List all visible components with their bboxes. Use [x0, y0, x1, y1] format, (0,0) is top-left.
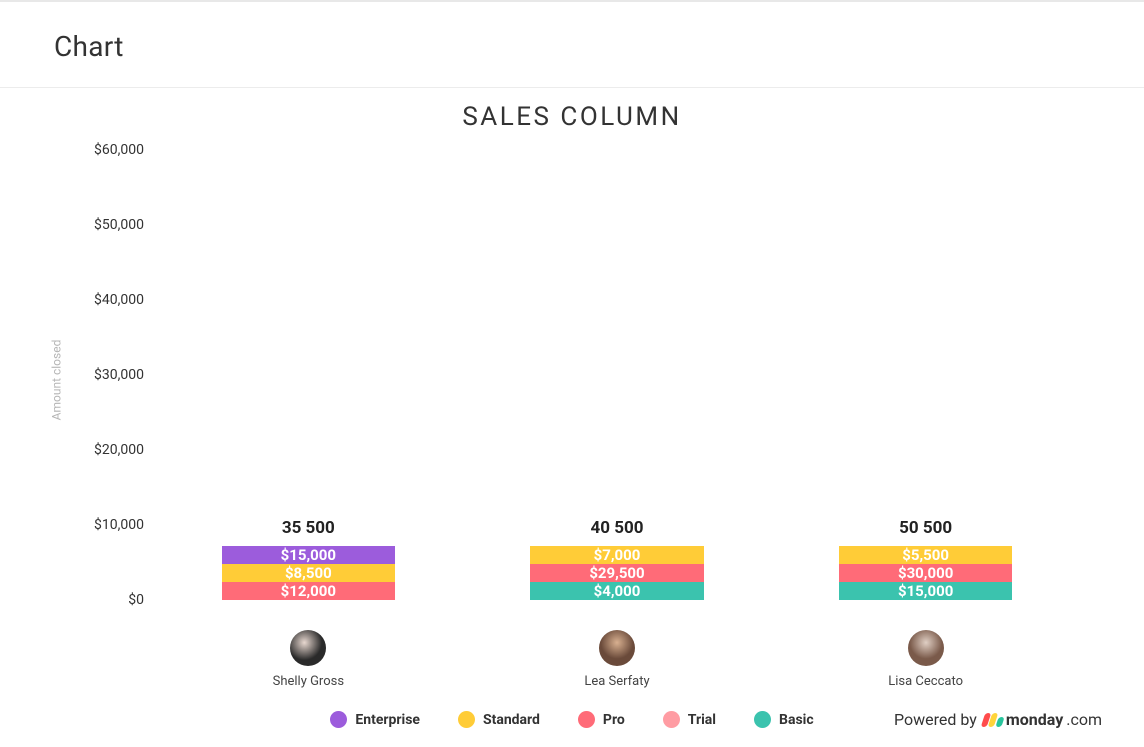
- legend-swatch-icon: [330, 711, 347, 728]
- y-axis-label: Amount closed: [49, 340, 63, 421]
- x-axis-category: Lea Serfaty: [497, 630, 738, 689]
- brand-name: monday: [1006, 710, 1063, 729]
- bar-segment-standard[interactable]: $5,500: [839, 546, 1012, 564]
- bar-segment-pro[interactable]: $29,500: [530, 564, 703, 582]
- bar-segment-enterprise[interactable]: $15,000: [222, 546, 395, 564]
- category-name: Lisa Ceccato: [888, 674, 963, 689]
- powered-by[interactable]: Powered by monday.com: [894, 710, 1102, 729]
- bar-group: 50 500$15,000$30,000$5,500: [805, 546, 1046, 600]
- bar-segment-pro[interactable]: $30,000: [839, 564, 1012, 582]
- x-axis-category: Shelly Gross: [188, 630, 429, 689]
- legend-swatch-icon: [754, 711, 771, 728]
- avatar[interactable]: [290, 630, 326, 666]
- bar-segment-standard[interactable]: $7,000: [530, 546, 703, 564]
- legend-label: Basic: [779, 712, 814, 728]
- legend-label: Enterprise: [355, 712, 420, 728]
- legend-item-basic[interactable]: Basic: [754, 711, 814, 728]
- avatar[interactable]: [599, 630, 635, 666]
- monday-brand[interactable]: monday.com: [983, 710, 1102, 729]
- category-name: Lea Serfaty: [584, 674, 649, 689]
- category-name: Shelly Gross: [273, 674, 344, 689]
- bar-total-label: 40 500: [530, 518, 703, 538]
- brand-suffix: .com: [1066, 710, 1102, 729]
- avatar[interactable]: [908, 630, 944, 666]
- y-tick-label: $20,000: [70, 442, 144, 458]
- top-divider: [0, 0, 1144, 2]
- stacked-bar[interactable]: 35 500$12,000$8,500$15,000: [222, 546, 395, 600]
- legend-item-trial[interactable]: Trial: [663, 711, 716, 728]
- monday-logo-icon: [983, 713, 1003, 727]
- plot-area: 35 500$12,000$8,500$15,00040 500$4,000$2…: [154, 150, 1080, 600]
- bar-segment-standard[interactable]: $8,500: [222, 564, 395, 582]
- bar-segment-basic[interactable]: $4,000: [530, 582, 703, 600]
- legend-label: Standard: [483, 712, 540, 728]
- y-tick-label: $40,000: [70, 292, 144, 308]
- legend-swatch-icon: [458, 711, 475, 728]
- bar-segment-basic[interactable]: $15,000: [839, 582, 1012, 600]
- legend-item-standard[interactable]: Standard: [458, 711, 540, 728]
- y-tick-label: $30,000: [70, 367, 144, 383]
- y-tick-label: $50,000: [70, 217, 144, 233]
- chart-container: Amount closed 35 500$12,000$8,500$15,000…: [24, 140, 1120, 620]
- x-axis-labels: Shelly Gross Lea Serfaty Lisa Ceccato: [24, 630, 1120, 689]
- stacked-bar[interactable]: 40 500$4,000$29,500$7,000: [530, 546, 703, 600]
- bar-segment-pro[interactable]: $12,000: [222, 582, 395, 600]
- y-tick-label: $0: [70, 592, 144, 608]
- legend-item-enterprise[interactable]: Enterprise: [330, 711, 420, 728]
- bar-group: 40 500$4,000$29,500$7,000: [497, 546, 738, 600]
- bar-area: 35 500$12,000$8,500$15,00040 500$4,000$2…: [154, 150, 1080, 600]
- legend-label: Pro: [603, 712, 625, 728]
- legend-swatch-icon: [663, 711, 680, 728]
- legend-swatch-icon: [578, 711, 595, 728]
- stacked-bar[interactable]: 50 500$15,000$30,000$5,500: [839, 546, 1012, 600]
- y-tick-label: $60,000: [70, 142, 144, 158]
- bar-total-label: 35 500: [222, 518, 395, 538]
- y-tick-label: $10,000: [70, 517, 144, 533]
- legend-label: Trial: [688, 712, 716, 728]
- bar-total-label: 50 500: [839, 518, 1012, 538]
- powered-by-prefix: Powered by: [894, 710, 977, 729]
- widget-title: Chart: [54, 30, 1144, 63]
- legend-item-pro[interactable]: Pro: [578, 711, 625, 728]
- widget-header: Chart: [0, 0, 1144, 88]
- bar-group: 35 500$12,000$8,500$15,000: [188, 546, 429, 600]
- x-axis-category: Lisa Ceccato: [805, 630, 1046, 689]
- chart-title: SALES COLUMN: [0, 102, 1144, 132]
